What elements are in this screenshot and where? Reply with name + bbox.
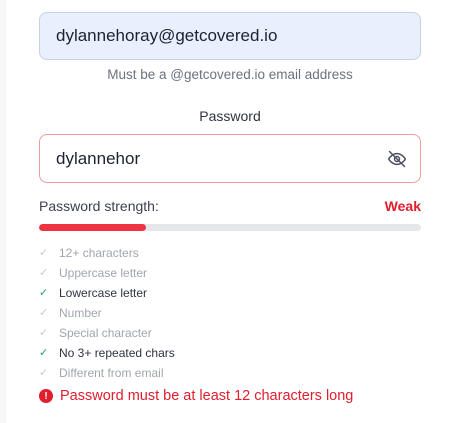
check-icon: ✓ (39, 286, 49, 299)
requirement-item: ✓ Special character (39, 323, 421, 343)
strength-value: Weak (384, 198, 421, 214)
requirements-list: ✓ 12+ characters ✓ Uppercase letter ✓ Lowerca… (39, 243, 421, 383)
error-text: Password must be at least 12 characters … (60, 388, 354, 404)
requirement-label: 12+ characters (59, 246, 139, 260)
email-hint: Must be a @getcovered.io email address (107, 67, 353, 82)
page-edge (0, 0, 6, 423)
strength-meter (39, 224, 421, 231)
requirement-label: Different from email (59, 366, 164, 380)
check-icon: ✓ (39, 366, 49, 379)
requirement-item: ✓ Number (39, 303, 421, 323)
password-label: Password (199, 108, 261, 124)
eye-off-icon[interactable] (386, 148, 408, 170)
requirement-label: No 3+ repeated chars (59, 346, 175, 360)
error-message: ! Password must be at least 12 character… (39, 388, 421, 404)
check-icon: ✓ (39, 266, 49, 279)
requirement-item: ✓ Different from email (39, 363, 421, 383)
email-value: dylannehoray@getcovered.io (56, 26, 278, 45)
requirement-item: ✓ Lowercase letter (39, 283, 421, 303)
check-icon: ✓ (39, 246, 49, 259)
requirement-label: Lowercase letter (59, 286, 148, 300)
requirement-item: ✓ No 3+ repeated chars (39, 343, 421, 363)
password-value: dylannehor (56, 148, 141, 168)
requirement-item: ✓ Uppercase letter (39, 263, 421, 283)
strength-row: Password strength: Weak (39, 198, 421, 214)
check-icon: ✓ (39, 326, 49, 339)
strength-meter-fill (39, 224, 146, 231)
requirement-item: ✓ 12+ characters (39, 243, 421, 263)
requirement-label: Special character (59, 326, 152, 340)
password-field[interactable]: dylannehor (39, 134, 421, 183)
email-field[interactable]: dylannehoray@getcovered.io (39, 12, 421, 60)
requirement-label: Uppercase letter (59, 266, 148, 280)
check-icon: ✓ (39, 306, 49, 319)
alert-circle-icon: ! (39, 389, 53, 403)
strength-label: Password strength: (39, 198, 159, 214)
check-icon: ✓ (39, 346, 49, 359)
requirement-label: Number (59, 306, 102, 320)
